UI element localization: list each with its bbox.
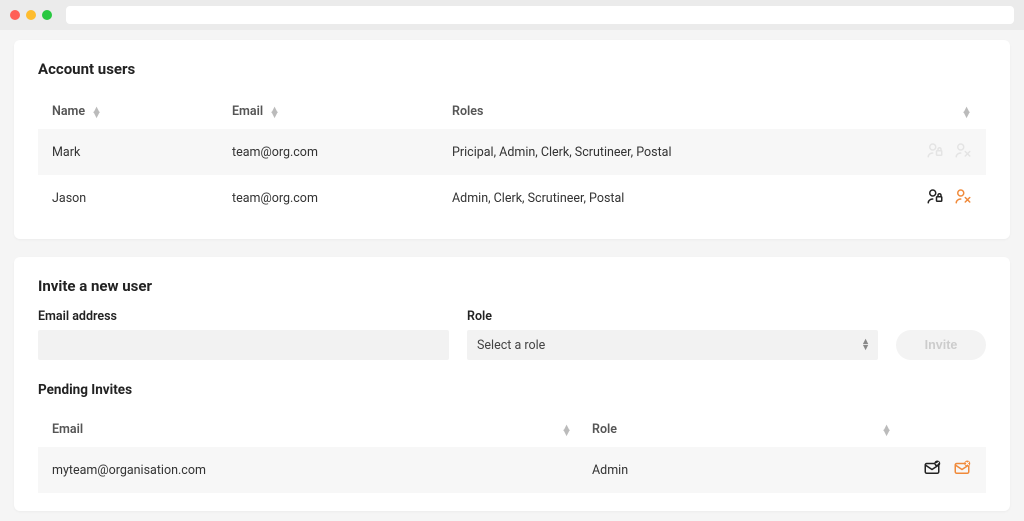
window-maximize-button[interactable]: [42, 10, 52, 20]
pending-invites-title: Pending Invites: [38, 382, 986, 398]
cancel-invite-icon[interactable]: [952, 459, 972, 481]
role-label: Role: [467, 309, 878, 324]
row-actions: [892, 141, 972, 163]
account-users-card: Account users Name ▲▼ Email ▲▼ Roles ▲▼ …: [14, 40, 1010, 239]
browser-chrome: [0, 0, 1024, 30]
column-header-name-label: Name: [52, 104, 85, 119]
invite-button[interactable]: Invite: [896, 330, 986, 360]
column-header-actions: ▲▼: [892, 107, 972, 117]
invite-form: Email address Role Select a role ▲▼ Invi…: [38, 309, 986, 360]
invite-user-card: Invite a new user Email address Role Sel…: [14, 257, 1010, 511]
cell-name: Jason: [52, 191, 232, 206]
column-header-role-label: Role: [592, 422, 617, 437]
column-header-email-label: Email: [232, 104, 263, 119]
window-controls: [10, 10, 52, 20]
column-header-roles-label: Roles: [452, 104, 483, 119]
column-header-name[interactable]: Name ▲▼: [52, 104, 232, 119]
column-header-email-label: Email: [52, 422, 83, 437]
cell-roles: Admin, Clerk, Scrutineer, Postal: [452, 191, 892, 206]
address-bar[interactable]: [66, 6, 1014, 24]
cell-email: team@org.com: [232, 145, 452, 160]
row-actions: [892, 459, 972, 481]
user-lock-icon[interactable]: [926, 141, 944, 163]
cell-roles: Pricipal, Admin, Clerk, Scrutineer, Post…: [452, 145, 892, 160]
table-row: Jason team@org.com Admin, Clerk, Scrutin…: [38, 175, 986, 221]
sort-icon: ▲▼: [561, 425, 572, 435]
pending-table-header: Email ▲▼ Role ▲▼: [38, 410, 986, 447]
user-lock-icon[interactable]: [926, 187, 944, 209]
cell-email: team@org.com: [232, 191, 452, 206]
table-row: myteam@organisation.com Admin: [38, 447, 986, 493]
column-header-role[interactable]: Role ▲▼: [592, 422, 892, 437]
account-users-title: Account users: [38, 60, 986, 78]
role-field-wrap: Role Select a role ▲▼: [467, 309, 878, 360]
sort-icon: ▲▼: [881, 425, 892, 435]
user-remove-icon[interactable]: [954, 187, 972, 209]
sort-icon: ▲▼: [269, 107, 280, 117]
table-row: Mark team@org.com Pricipal, Admin, Clerk…: [38, 129, 986, 175]
role-select[interactable]: Select a role ▲▼: [467, 330, 878, 360]
cell-role: Admin: [592, 463, 892, 478]
cell-email: myteam@organisation.com: [52, 463, 592, 478]
invite-title: Invite a new user: [38, 277, 986, 295]
resend-invite-icon[interactable]: [922, 459, 942, 481]
window-minimize-button[interactable]: [26, 10, 36, 20]
cell-name: Mark: [52, 145, 232, 160]
sort-icon: ▲▼: [91, 107, 102, 117]
sort-icon: ▲▼: [961, 107, 972, 117]
role-select-value: Select a role: [467, 330, 878, 360]
email-label: Email address: [38, 309, 449, 324]
column-header-email[interactable]: Email ▲▼: [52, 422, 592, 437]
column-header-email[interactable]: Email ▲▼: [232, 104, 452, 119]
column-header-roles[interactable]: Roles: [452, 104, 892, 119]
user-remove-icon[interactable]: [954, 141, 972, 163]
users-table-header: Name ▲▼ Email ▲▼ Roles ▲▼: [38, 92, 986, 129]
email-field[interactable]: [38, 330, 449, 360]
email-field-wrap: Email address: [38, 309, 449, 360]
select-arrows-icon: ▲▼: [861, 339, 870, 351]
window-close-button[interactable]: [10, 10, 20, 20]
row-actions: [892, 187, 972, 209]
